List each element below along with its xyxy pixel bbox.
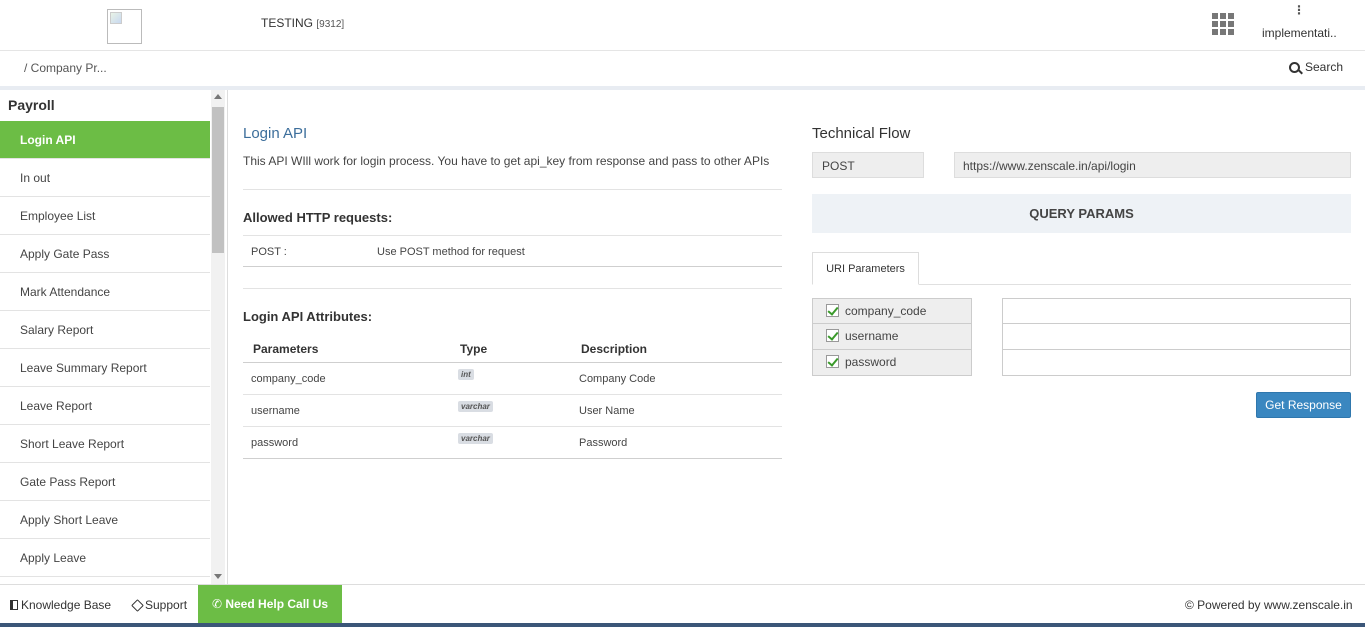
- sidebar-item-leave-summary-report[interactable]: Leave Summary Report: [0, 349, 210, 387]
- method-field: POST: [812, 152, 924, 178]
- attr-type-badge: varchar: [458, 433, 493, 444]
- table-row: username varchar User Name: [243, 395, 782, 427]
- tab-uri-parameters[interactable]: URI Parameters: [812, 252, 919, 285]
- phone-icon: ✆: [211, 597, 226, 611]
- api-title: Login API: [243, 125, 308, 142]
- sidebar-scrollbar[interactable]: [211, 90, 225, 584]
- need-help-label: Need Help Call Us: [225, 597, 329, 611]
- company-code: [9312]: [316, 19, 345, 30]
- knowledge-base-link[interactable]: Knowledge Base: [10, 598, 111, 612]
- attr-type-badge: int: [458, 369, 474, 380]
- sidebar-item-apply-leave[interactable]: Apply Leave: [0, 539, 210, 577]
- col-description: Description: [581, 342, 648, 356]
- attr-desc: Company Code: [579, 373, 656, 385]
- sidebar-item-mark-attendance[interactable]: Mark Attendance: [0, 273, 210, 311]
- scroll-up-arrow-icon[interactable]: [214, 94, 222, 99]
- get-response-button[interactable]: Get Response: [1256, 392, 1351, 418]
- knowledge-base-label: Knowledge Base: [21, 598, 112, 612]
- scroll-down-arrow-icon[interactable]: [214, 574, 222, 579]
- divider: [243, 189, 782, 190]
- attr-param: password: [251, 437, 299, 449]
- password-input[interactable]: [1002, 350, 1351, 376]
- sidebar-item-employee-list[interactable]: Employee List: [0, 197, 210, 235]
- param-label-username: username: [812, 324, 972, 350]
- company-name-text: TESTING: [261, 16, 314, 30]
- sidebar-item-salary-report[interactable]: Salary Report: [0, 311, 210, 349]
- url-field: https://www.zenscale.in/api/login: [954, 152, 1351, 178]
- user-menu[interactable]: implementati..: [1262, 26, 1337, 40]
- sidebar-item-gate-pass-report[interactable]: Gate Pass Report: [0, 463, 210, 501]
- search-button[interactable]: Search: [1289, 60, 1343, 74]
- technical-flow-title: Technical Flow: [812, 125, 911, 142]
- apps-grid-icon[interactable]: [1212, 13, 1234, 35]
- company-logo[interactable]: [107, 9, 142, 44]
- breadcrumb-bar: / Company Pr... Search: [0, 51, 1365, 86]
- request-text: Use POST method for request: [377, 246, 525, 258]
- need-help-button[interactable]: ✆ Need Help Call Us: [198, 585, 342, 624]
- param-name: password: [845, 355, 897, 369]
- sidebar-item-leave-report[interactable]: Leave Report: [0, 387, 210, 425]
- request-row: POST : Use POST method for request: [243, 235, 782, 267]
- param-checkbox[interactable]: [826, 329, 839, 342]
- main-content: Login API This API WIll work for login p…: [229, 90, 1365, 584]
- sidebar-item-apply-gate-pass[interactable]: Apply Gate Pass: [0, 235, 210, 273]
- attr-param: username: [251, 405, 300, 417]
- param-checkbox[interactable]: [826, 355, 839, 368]
- table-row: password varchar Password: [243, 427, 782, 459]
- request-method: POST :: [251, 246, 287, 258]
- tag-icon: [131, 598, 144, 612]
- param-label-password: password: [812, 350, 972, 376]
- username-input[interactable]: [1002, 324, 1351, 350]
- query-params-header: QUERY PARAMS: [812, 194, 1351, 233]
- footer: Knowledge Base Support ✆ Need Help Call …: [0, 584, 1365, 624]
- sidebar-item-short-leave-report[interactable]: Short Leave Report: [0, 425, 210, 463]
- book-icon: [10, 600, 18, 610]
- company-name: TESTING [9312]: [261, 16, 344, 30]
- more-vertical-icon[interactable]: ⋮: [1293, 4, 1305, 16]
- search-icon: [1289, 61, 1300, 73]
- top-header: TESTING [9312] ⋮ implementati..: [0, 0, 1365, 51]
- attributes-heading: Login API Attributes:: [243, 309, 373, 324]
- taskbar-strip: [0, 623, 1365, 627]
- sidebar-item-login-api[interactable]: Login API: [0, 121, 210, 159]
- powered-by[interactable]: © Powered by www.zenscale.in: [1185, 598, 1353, 612]
- attr-type-badge: varchar: [458, 401, 493, 412]
- col-type: Type: [460, 342, 488, 356]
- support-label: Support: [145, 598, 188, 612]
- api-description: This API WIll work for login process. Yo…: [243, 154, 770, 168]
- scroll-thumb[interactable]: [212, 107, 224, 253]
- search-label: Search: [1305, 60, 1344, 74]
- table-header: Parameters Type Description: [243, 337, 782, 363]
- attr-desc: Password: [579, 437, 628, 449]
- requests-heading: Allowed HTTP requests:: [243, 210, 393, 225]
- table-row: company_code int Company Code: [243, 363, 782, 395]
- param-inputs: [1002, 298, 1351, 376]
- param-name: company_code: [845, 304, 927, 318]
- sidebar-menu: Login API In out Employee List Apply Gat…: [0, 121, 210, 577]
- sidebar-title: Payroll: [8, 97, 55, 113]
- sidebar: Payroll Login API In out Employee List A…: [0, 90, 228, 584]
- support-link[interactable]: Support: [131, 598, 188, 612]
- sidebar-item-apply-short-leave[interactable]: Apply Short Leave: [0, 501, 210, 539]
- param-checkbox[interactable]: [826, 304, 839, 317]
- attr-desc: User Name: [579, 405, 635, 417]
- param-labels: company_code username password: [812, 298, 972, 376]
- param-name: username: [845, 329, 899, 343]
- col-parameters: Parameters: [253, 342, 319, 356]
- attributes-table: Parameters Type Description company_code…: [243, 337, 782, 459]
- breadcrumb[interactable]: / Company Pr...: [24, 61, 107, 75]
- company-code-input[interactable]: [1002, 298, 1351, 324]
- divider: [243, 288, 782, 289]
- attr-param: company_code: [251, 373, 326, 385]
- sidebar-item-in-out[interactable]: In out: [0, 159, 210, 197]
- param-label-company-code: company_code: [812, 298, 972, 324]
